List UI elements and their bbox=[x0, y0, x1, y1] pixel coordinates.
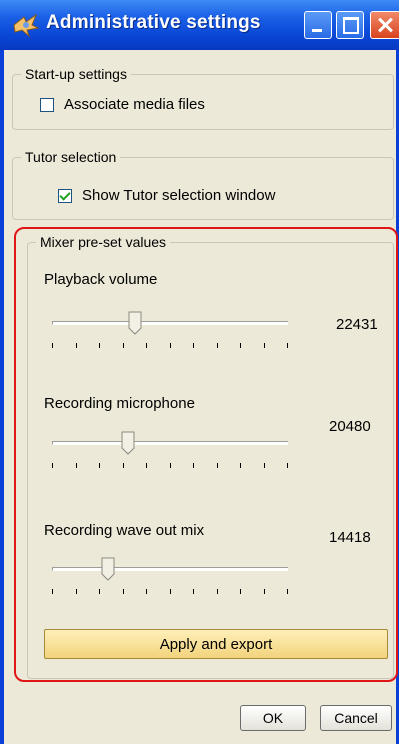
slider-tick bbox=[146, 589, 147, 594]
mixer-preset-group: Mixer pre-set values Playback volume 224… bbox=[27, 234, 394, 679]
recording-mic-value: 20480 bbox=[329, 418, 371, 435]
recording-wave-label: Recording wave out mix bbox=[44, 522, 205, 539]
slider-tick bbox=[240, 343, 241, 348]
associate-media-checkbox-row[interactable]: Associate media files bbox=[40, 96, 205, 113]
recording-wave-thumb[interactable] bbox=[101, 557, 115, 581]
playback-ticks bbox=[52, 343, 288, 351]
associate-media-checkbox[interactable] bbox=[40, 97, 54, 112]
slider-tick bbox=[123, 589, 124, 594]
slider-tick bbox=[217, 463, 218, 468]
slider-tick bbox=[170, 589, 171, 594]
slider-tick bbox=[146, 463, 147, 468]
slider-tick bbox=[264, 589, 265, 594]
apply-export-button[interactable]: Apply and export bbox=[44, 629, 388, 659]
close-button[interactable] bbox=[370, 11, 399, 39]
slider-tick bbox=[52, 589, 53, 594]
recording-mic-track bbox=[52, 441, 288, 445]
slider-tick bbox=[99, 343, 100, 348]
slider-tick bbox=[123, 343, 124, 348]
slider-tick bbox=[264, 343, 265, 348]
slider-tick bbox=[287, 343, 288, 348]
slider-tick bbox=[170, 463, 171, 468]
show-tutor-label: Show Tutor selection window bbox=[82, 187, 276, 204]
slider-tick bbox=[123, 463, 124, 468]
minimize-button[interactable] bbox=[304, 11, 332, 39]
slider-tick bbox=[76, 463, 77, 468]
slider-tick bbox=[170, 343, 171, 348]
title-bar[interactable]: Administrative settings bbox=[0, 0, 399, 50]
admin-settings-window: Administrative settings Start-up setting… bbox=[0, 0, 399, 744]
playback-thumb[interactable] bbox=[128, 311, 142, 335]
startup-settings-group: Start-up settings Associate media files bbox=[12, 66, 394, 130]
playback-value: 22431 bbox=[336, 316, 378, 333]
slider-tick bbox=[287, 463, 288, 468]
slider-tick bbox=[52, 463, 53, 468]
recording-mic-thumb[interactable] bbox=[121, 431, 135, 455]
playback-volume-slider[interactable] bbox=[52, 311, 288, 351]
slider-tick bbox=[287, 589, 288, 594]
slider-tick bbox=[76, 343, 77, 348]
slider-tick bbox=[146, 343, 147, 348]
slider-tick bbox=[193, 463, 194, 468]
recording-mic-ticks bbox=[52, 463, 288, 471]
show-tutor-checkbox[interactable] bbox=[58, 188, 72, 203]
app-icon bbox=[12, 12, 40, 38]
cancel-button[interactable]: Cancel bbox=[320, 705, 392, 731]
slider-tick bbox=[240, 589, 241, 594]
recording-mic-label: Recording microphone bbox=[44, 395, 195, 412]
slider-tick bbox=[99, 463, 100, 468]
window-title: Administrative settings bbox=[46, 12, 261, 33]
startup-legend: Start-up settings bbox=[21, 66, 131, 82]
ok-button[interactable]: OK bbox=[240, 705, 306, 731]
slider-tick bbox=[193, 589, 194, 594]
client-area: Start-up settings Associate media files … bbox=[4, 50, 396, 744]
slider-tick bbox=[193, 343, 194, 348]
slider-tick bbox=[217, 343, 218, 348]
slider-tick bbox=[76, 589, 77, 594]
mixer-legend: Mixer pre-set values bbox=[36, 234, 171, 250]
recording-wave-track bbox=[52, 567, 288, 571]
slider-tick bbox=[99, 589, 100, 594]
recording-wave-ticks bbox=[52, 589, 288, 597]
maximize-button[interactable] bbox=[336, 11, 364, 39]
recording-wave-value: 14418 bbox=[329, 529, 371, 546]
tutor-legend: Tutor selection bbox=[21, 149, 121, 165]
playback-volume-label: Playback volume bbox=[44, 271, 158, 288]
associate-media-label: Associate media files bbox=[64, 96, 205, 113]
show-tutor-checkbox-row[interactable]: Show Tutor selection window bbox=[58, 187, 275, 204]
recording-wave-slider[interactable] bbox=[52, 557, 288, 597]
slider-tick bbox=[240, 463, 241, 468]
slider-tick bbox=[264, 463, 265, 468]
playback-track bbox=[52, 321, 288, 325]
recording-mic-slider[interactable] bbox=[52, 431, 288, 471]
tutor-selection-group: Tutor selection Show Tutor selection win… bbox=[12, 149, 394, 220]
slider-tick bbox=[52, 343, 53, 348]
slider-tick bbox=[217, 589, 218, 594]
